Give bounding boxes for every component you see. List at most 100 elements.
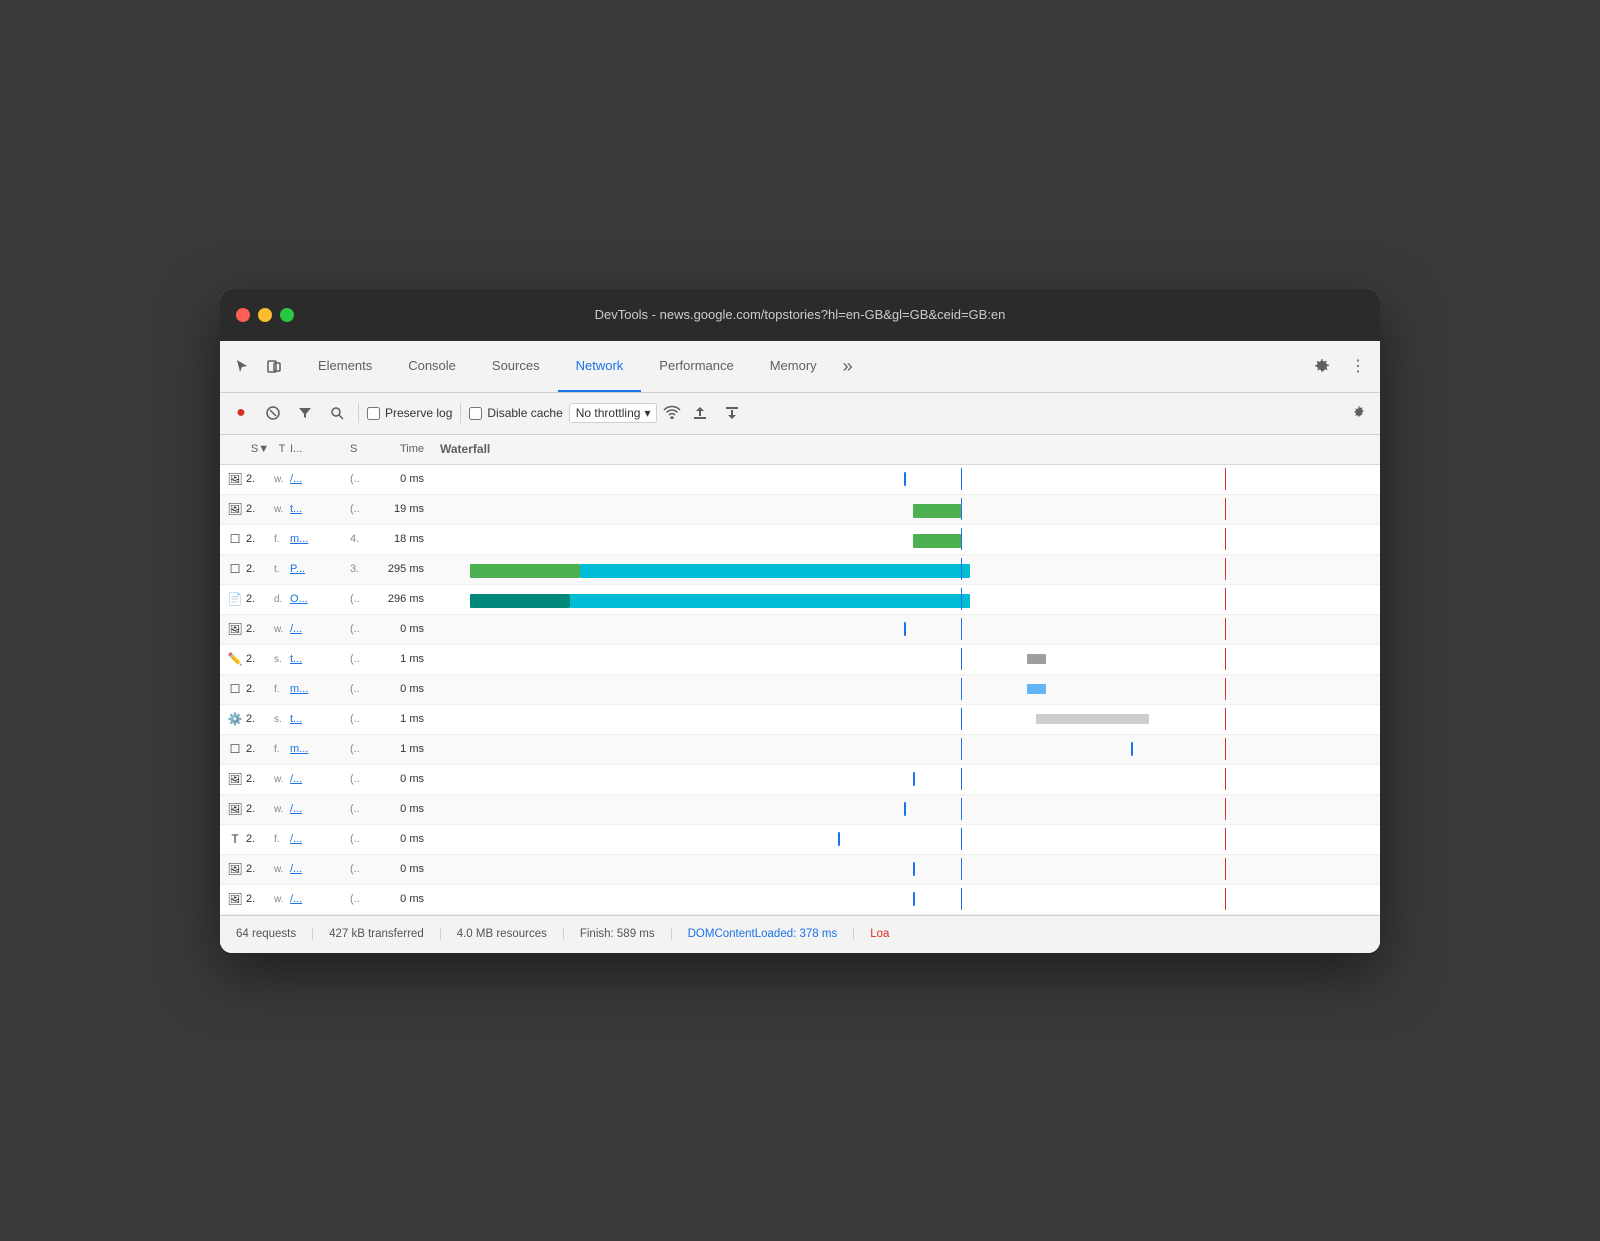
row-name[interactable]: /...: [290, 473, 350, 485]
download-icon[interactable]: [719, 400, 745, 426]
row-name[interactable]: /...: [290, 773, 350, 785]
row-status: 2.: [246, 773, 274, 785]
title-bar: DevTools - news.google.com/topstories?hl…: [220, 289, 1380, 341]
row-size: 3.: [350, 563, 374, 575]
table-row[interactable]: 🖼 2. w. /... (.. 0 ms: [220, 465, 1380, 495]
col-name-header[interactable]: I...: [290, 443, 350, 455]
row-name[interactable]: /...: [290, 623, 350, 635]
disable-cache-input[interactable]: [469, 407, 482, 420]
network-table: 🖼 2. w. /... (.. 0 ms 🖼 2. w. t... (.. 1…: [220, 465, 1380, 915]
col-status-header[interactable]: S▼: [246, 443, 274, 455]
row-size: (..: [350, 863, 374, 875]
row-name[interactable]: /...: [290, 833, 350, 845]
tab-memory[interactable]: Memory: [752, 341, 835, 392]
row-name[interactable]: O...: [290, 593, 350, 605]
row-status: 2.: [246, 503, 274, 515]
col-time-header[interactable]: Time: [374, 443, 432, 455]
close-button[interactable]: [236, 308, 250, 322]
toolbar-divider-1: [358, 403, 359, 423]
row-size: (..: [350, 683, 374, 695]
tab-elements[interactable]: Elements: [300, 341, 390, 392]
device-icon[interactable]: [260, 352, 288, 380]
table-row[interactable]: ☐ 2. f. m... (.. 1 ms: [220, 735, 1380, 765]
more-options-icon[interactable]: ⋮: [1344, 352, 1372, 380]
table-row[interactable]: ☐ 2. f. m... (.. 0 ms: [220, 675, 1380, 705]
preserve-log-checkbox[interactable]: Preserve log: [367, 406, 452, 420]
tab-console[interactable]: Console: [390, 341, 474, 392]
row-type-icon: T: [224, 828, 246, 850]
row-name[interactable]: /...: [290, 803, 350, 815]
row-name[interactable]: P...: [290, 563, 350, 575]
row-status: 2.: [246, 893, 274, 905]
tab-bar-right: ⋮: [1308, 352, 1372, 380]
row-size: (..: [350, 713, 374, 725]
row-name[interactable]: m...: [290, 533, 350, 545]
row-size: (..: [350, 623, 374, 635]
table-row[interactable]: 🖼 2. w. /... (.. 0 ms: [220, 855, 1380, 885]
row-type: d.: [274, 594, 290, 605]
row-name[interactable]: m...: [290, 683, 350, 695]
row-size: (..: [350, 893, 374, 905]
row-status: 2.: [246, 683, 274, 695]
network-settings-icon[interactable]: [1346, 400, 1372, 426]
row-name[interactable]: t...: [290, 653, 350, 665]
row-status: 2.: [246, 563, 274, 575]
cursor-icon[interactable]: [228, 352, 256, 380]
row-type-icon: 🖼: [224, 768, 246, 790]
row-type: w.: [274, 804, 290, 815]
disable-cache-checkbox[interactable]: Disable cache: [469, 406, 562, 420]
row-status: 2.: [246, 593, 274, 605]
table-row[interactable]: T 2. f. /... (.. 0 ms: [220, 825, 1380, 855]
row-type: w.: [274, 864, 290, 875]
row-time: 296 ms: [374, 593, 432, 605]
tab-performance[interactable]: Performance: [641, 341, 751, 392]
col-waterfall-header[interactable]: Waterfall: [432, 442, 1376, 456]
table-row[interactable]: ⚙️ 2. s. t... (.. 1 ms: [220, 705, 1380, 735]
table-row[interactable]: 🖼 2. w. /... (.. 0 ms: [220, 795, 1380, 825]
row-status: 2.: [246, 533, 274, 545]
table-row[interactable]: 🖼 2. w. /... (.. 0 ms: [220, 615, 1380, 645]
row-time: 1 ms: [374, 653, 432, 665]
row-name[interactable]: t...: [290, 713, 350, 725]
record-button[interactable]: ●: [228, 400, 254, 426]
row-type-icon: 🖼: [224, 618, 246, 640]
tab-network[interactable]: Network: [558, 341, 642, 392]
upload-icon[interactable]: [687, 400, 713, 426]
table-row[interactable]: 🖼 2. w. /... (.. 0 ms: [220, 765, 1380, 795]
row-waterfall: [432, 498, 1376, 520]
table-row[interactable]: 🖼 2. w. /... (.. 0 ms: [220, 885, 1380, 915]
maximize-button[interactable]: [280, 308, 294, 322]
table-row[interactable]: ☐ 2. f. m... 4. 18 ms: [220, 525, 1380, 555]
row-type-icon: 🖼: [224, 498, 246, 520]
table-row[interactable]: 📄 2. d. O... (.. 296 ms: [220, 585, 1380, 615]
row-time: 18 ms: [374, 533, 432, 545]
row-time: 0 ms: [374, 623, 432, 635]
row-time: 19 ms: [374, 503, 432, 515]
clear-button[interactable]: [260, 400, 286, 426]
row-name[interactable]: t...: [290, 503, 350, 515]
more-tabs-button[interactable]: »: [835, 356, 861, 377]
row-name[interactable]: m...: [290, 743, 350, 755]
row-name[interactable]: /...: [290, 863, 350, 875]
row-name[interactable]: /...: [290, 893, 350, 905]
row-type-icon: 🖼: [224, 468, 246, 490]
col-type-header[interactable]: T: [274, 443, 290, 455]
request-count: 64 requests: [236, 928, 313, 940]
finish-time: Finish: 589 ms: [580, 928, 672, 940]
settings-icon[interactable]: [1308, 352, 1336, 380]
preserve-log-input[interactable]: [367, 407, 380, 420]
row-type: f.: [274, 744, 290, 755]
search-icon[interactable]: [324, 400, 350, 426]
row-size: (..: [350, 833, 374, 845]
row-size: 4.: [350, 533, 374, 545]
filter-icon[interactable]: [292, 400, 318, 426]
minimize-button[interactable]: [258, 308, 272, 322]
col-size-header[interactable]: S: [350, 443, 374, 455]
row-type: w.: [274, 624, 290, 635]
throttle-selector[interactable]: No throttling ▾: [569, 403, 658, 423]
table-row[interactable]: ☐ 2. t. P... 3. 295 ms: [220, 555, 1380, 585]
table-row[interactable]: ✏️ 2. s. t... (.. 1 ms: [220, 645, 1380, 675]
tab-sources[interactable]: Sources: [474, 341, 558, 392]
table-row[interactable]: 🖼 2. w. t... (.. 19 ms: [220, 495, 1380, 525]
row-type-icon: 🖼: [224, 858, 246, 880]
